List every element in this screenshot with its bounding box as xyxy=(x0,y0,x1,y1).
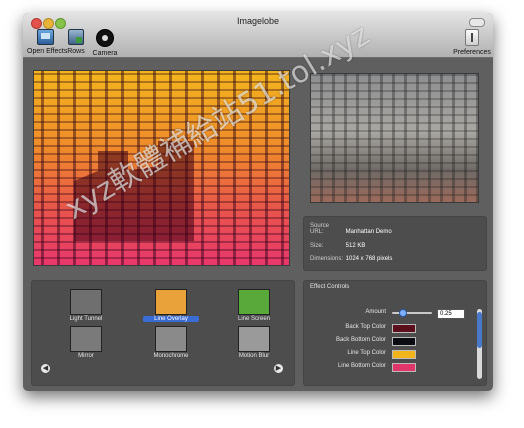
effect-tile-selected[interactable]: Line Overlay xyxy=(143,289,199,322)
effect-label: Light Tunnel xyxy=(69,316,103,322)
effect-thumbnail xyxy=(70,326,102,352)
size-label: Size: xyxy=(310,243,324,249)
line-bottom-color-label: Line Bottom Color xyxy=(337,363,386,369)
effect-controls-title: Effect Controls xyxy=(310,284,350,290)
back-bottom-color-label: Back Bottom Color xyxy=(335,337,386,343)
effect-tile[interactable]: Motion Blur xyxy=(226,326,282,359)
camera-button[interactable]: Camera xyxy=(91,29,119,57)
dimensions-label: Dimensions: xyxy=(310,256,344,262)
effect-tile[interactable]: Monochrome xyxy=(143,326,199,359)
amount-label: Amount xyxy=(365,309,386,315)
effect-thumbnail xyxy=(238,326,270,352)
camera-icon xyxy=(96,29,114,47)
source-url-label: Source URL: xyxy=(310,223,330,235)
back-top-color-label: Back Top Color xyxy=(345,324,386,330)
source-url-value: Manhattan Demo xyxy=(345,229,392,235)
size-row: Size: 512 KB xyxy=(310,243,365,249)
effect-label: Mirror xyxy=(78,353,94,359)
line-top-color-label: Line Top Color xyxy=(347,350,386,356)
effect-tile[interactable]: Light Tunnel xyxy=(58,289,114,322)
camera-label: Camera xyxy=(92,50,118,57)
effect-thumbnail xyxy=(155,326,187,352)
arrow-left-icon: ◀ xyxy=(42,365,49,372)
open-effects-label: Open Effects xyxy=(27,48,68,55)
controls-scroll-thumb[interactable] xyxy=(477,312,482,348)
effect-thumbnail xyxy=(155,289,187,315)
effect-tile[interactable]: Line Screen xyxy=(226,289,282,322)
dimensions-value: 1024 x 768 pixels xyxy=(345,256,393,262)
dimensions-row: Dimensions: 1024 x 768 pixels xyxy=(310,256,392,262)
source-url-row: Source URL: Manhattan Demo xyxy=(310,223,392,235)
effects-browser: Light Tunnel Line Overlay Line Screen Mi… xyxy=(31,280,295,386)
effect-label: Monochrome xyxy=(153,353,189,359)
effect-label: Motion Blur xyxy=(238,353,270,359)
line-top-color-well[interactable] xyxy=(392,350,416,359)
image-info-panel: Source URL: Manhattan Demo Size: 512 KB … xyxy=(303,216,487,271)
toolbar-toggle-button[interactable] xyxy=(469,18,485,27)
controls-scrollbar[interactable] xyxy=(477,309,482,379)
rows-button[interactable]: Rows xyxy=(65,29,87,55)
effect-thumbnail xyxy=(238,289,270,315)
next-page-button[interactable]: ▶ xyxy=(274,364,283,373)
effects-icon xyxy=(36,29,54,45)
back-bottom-color-well[interactable] xyxy=(392,337,416,346)
open-effects-button[interactable]: Open Effects xyxy=(27,29,68,55)
source-image-thumbnail xyxy=(310,73,479,203)
amount-slider[interactable] xyxy=(392,309,432,317)
line-bottom-color-well[interactable] xyxy=(392,363,416,372)
rows-label: Rows xyxy=(67,48,85,55)
preferences-button[interactable]: Preferences xyxy=(453,29,491,56)
effect-label: Line Screen xyxy=(237,316,271,322)
back-top-color-well[interactable] xyxy=(392,324,416,333)
preferences-label: Preferences xyxy=(453,49,491,56)
rows-icon xyxy=(68,29,84,45)
effect-controls-panel: Effect Controls Amount 0.25 Back Top Col… xyxy=(303,280,487,386)
effect-tile[interactable]: Mirror xyxy=(58,326,114,359)
effect-thumbnail xyxy=(70,289,102,315)
size-value: 512 KB xyxy=(345,243,366,249)
preferences-icon xyxy=(465,29,479,46)
arrow-right-icon: ▶ xyxy=(275,365,282,372)
previous-page-button[interactable]: ◀ xyxy=(41,364,50,373)
amount-slider-knob[interactable] xyxy=(399,309,407,317)
effect-label: Line Overlay xyxy=(143,316,199,322)
amount-field[interactable]: 0.25 xyxy=(437,309,465,319)
